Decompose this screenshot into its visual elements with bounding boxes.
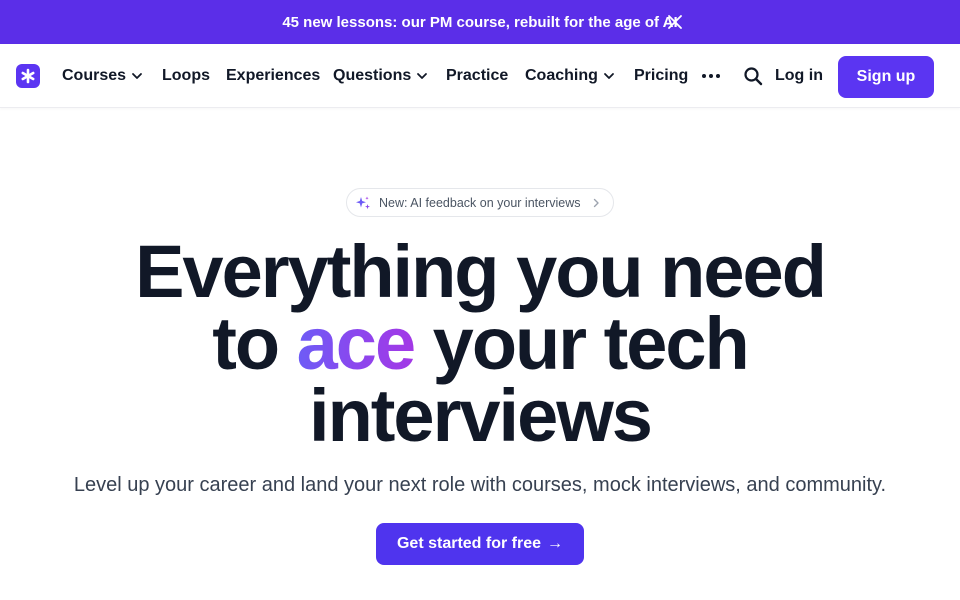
hero-subtitle: Level up your career and land your next … xyxy=(73,474,887,496)
nav-item-coaching[interactable]: Coaching xyxy=(525,64,615,88)
nav-item-courses[interactable]: Courses xyxy=(62,64,143,88)
asterisk-logo-icon[interactable] xyxy=(16,64,40,88)
nav-item-experiences[interactable]: Experiences xyxy=(226,64,320,88)
headline-line-1: Everything you need xyxy=(135,230,827,313)
headline-line-2-pre: to xyxy=(212,302,297,385)
headline-accent-word: ace xyxy=(296,302,416,385)
pill-text: New: AI feedback on your interviews xyxy=(379,195,581,210)
sparkle-icon xyxy=(355,195,371,211)
login-link[interactable]: Log in xyxy=(775,64,823,88)
cta-label: Get started for free xyxy=(396,535,542,552)
signup-button[interactable]: Sign up xyxy=(838,56,934,98)
ai-feedback-announcement-pill[interactable]: New: AI feedback on your interviews xyxy=(346,188,614,217)
chevron-right-icon xyxy=(591,198,601,208)
nav-item-label: Loops xyxy=(162,67,210,84)
nav-item-loops[interactable]: Loops xyxy=(162,64,210,88)
announcement-banner: 45 new lessons: our PM course, rebuilt f… xyxy=(0,0,960,44)
nav-item-label: Pricing xyxy=(634,67,689,84)
close-icon[interactable] xyxy=(666,13,684,31)
nav-item-label: Coaching xyxy=(525,67,598,84)
chevron-down-icon xyxy=(603,70,615,82)
top-navigation: Courses Loops Experiences Questions Prac… xyxy=(0,44,960,108)
chevron-down-icon xyxy=(416,70,428,82)
nav-item-questions[interactable]: Questions xyxy=(333,64,428,88)
chevron-down-icon xyxy=(131,70,143,82)
nav-item-label: Experiences xyxy=(226,67,321,84)
headline-line-3: interviews xyxy=(309,374,653,457)
nav-item-pricing[interactable]: Pricing xyxy=(634,64,688,88)
more-horizontal-icon[interactable] xyxy=(702,74,722,80)
search-icon[interactable] xyxy=(743,66,763,86)
announcement-link[interactable]: 45 new lessons: our PM course, rebuilt f… xyxy=(282,14,677,31)
get-started-button[interactable]: Get started for free → xyxy=(376,523,584,565)
headline-line-2-post: your tech xyxy=(414,302,750,385)
nav-item-practice[interactable]: Practice xyxy=(446,64,508,88)
arrow-right-icon: → xyxy=(547,535,564,552)
hero-headline: Everything you need to ace your tech int… xyxy=(0,235,960,453)
nav-item-label: Courses xyxy=(62,67,127,84)
nav-item-label: Questions xyxy=(333,67,412,84)
nav-item-label: Practice xyxy=(446,67,509,84)
